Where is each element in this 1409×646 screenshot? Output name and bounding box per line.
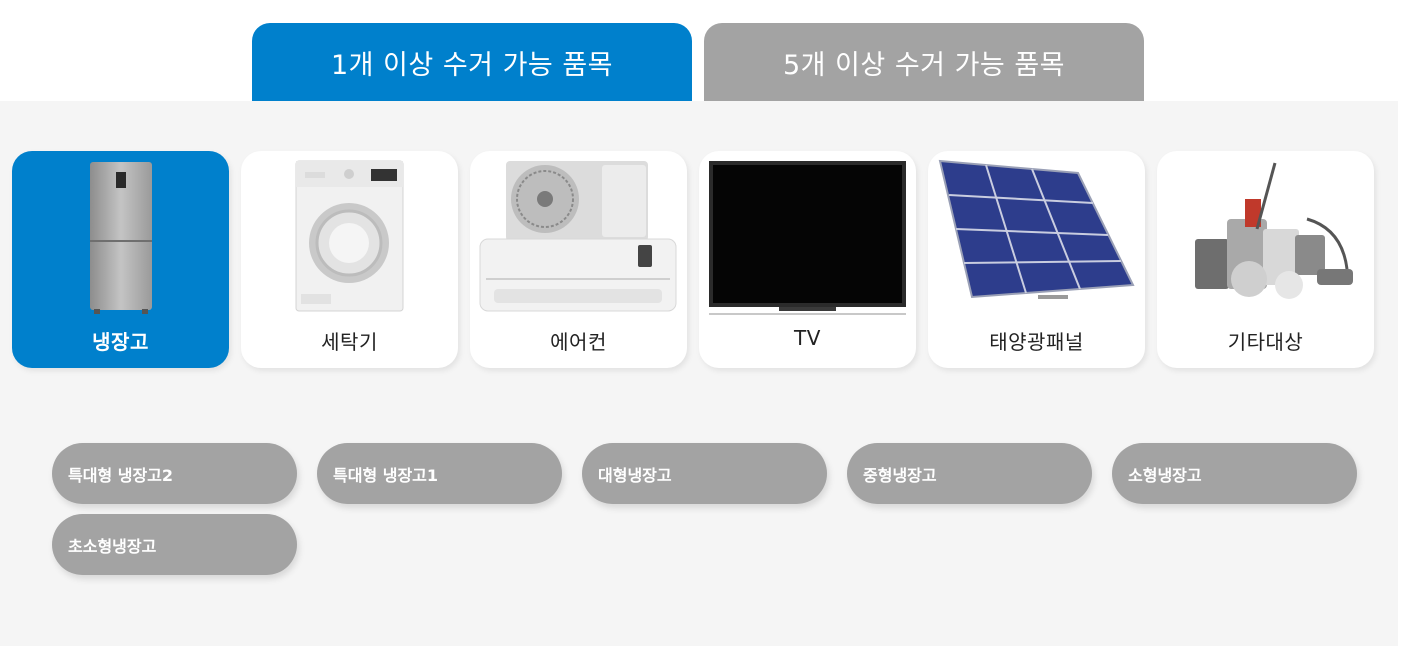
subtype-chip[interactable]: 특대형 냉장고2 bbox=[52, 443, 297, 504]
tab-5plus-items[interactable]: 5개 이상 수거 가능 품목 bbox=[704, 23, 1144, 101]
air-conditioner-icon bbox=[479, 161, 677, 312]
subtype-chip[interactable]: 소형냉장고 bbox=[1112, 443, 1357, 504]
category-label: TV bbox=[794, 326, 821, 350]
category-card-misc[interactable]: 기타대상 bbox=[1157, 151, 1374, 368]
tv-icon bbox=[709, 161, 906, 315]
category-label: 냉장고 bbox=[92, 330, 149, 354]
subtype-chip[interactable]: 초소형냉장고 bbox=[52, 514, 297, 575]
refrigerator-icon bbox=[90, 162, 152, 314]
category-label: 태양광패널 bbox=[989, 330, 1084, 354]
solar-panel-icon bbox=[938, 159, 1135, 299]
content-panel: 냉장고 세탁기 에어컨 TV 태양광패널 기타대상 특대형 냉장고2 특대형 냉… bbox=[0, 101, 1398, 646]
subtype-chip[interactable]: 중형냉장고 bbox=[847, 443, 1092, 504]
subtype-chip[interactable]: 특대형 냉장고1 bbox=[317, 443, 562, 504]
category-card-refrigerator[interactable]: 냉장고 bbox=[12, 151, 229, 368]
category-card-air-conditioner[interactable]: 에어컨 bbox=[470, 151, 687, 368]
tab-bar: 1개 이상 수거 가능 품목 5개 이상 수거 가능 품목 bbox=[0, 23, 1409, 101]
category-label: 에어컨 bbox=[550, 330, 607, 354]
category-card-solar-panel[interactable]: 태양광패널 bbox=[928, 151, 1145, 368]
category-label: 기타대상 bbox=[1227, 330, 1304, 354]
washing-machine-icon bbox=[295, 160, 404, 312]
category-label: 세탁기 bbox=[321, 330, 378, 354]
category-card-washing-machine[interactable]: 세탁기 bbox=[241, 151, 458, 368]
tab-1plus-items[interactable]: 1개 이상 수거 가능 품목 bbox=[252, 23, 692, 101]
category-card-tv[interactable]: TV bbox=[699, 151, 916, 368]
subtype-chip[interactable]: 대형냉장고 bbox=[582, 443, 827, 504]
misc-appliances-icon bbox=[1195, 162, 1353, 299]
